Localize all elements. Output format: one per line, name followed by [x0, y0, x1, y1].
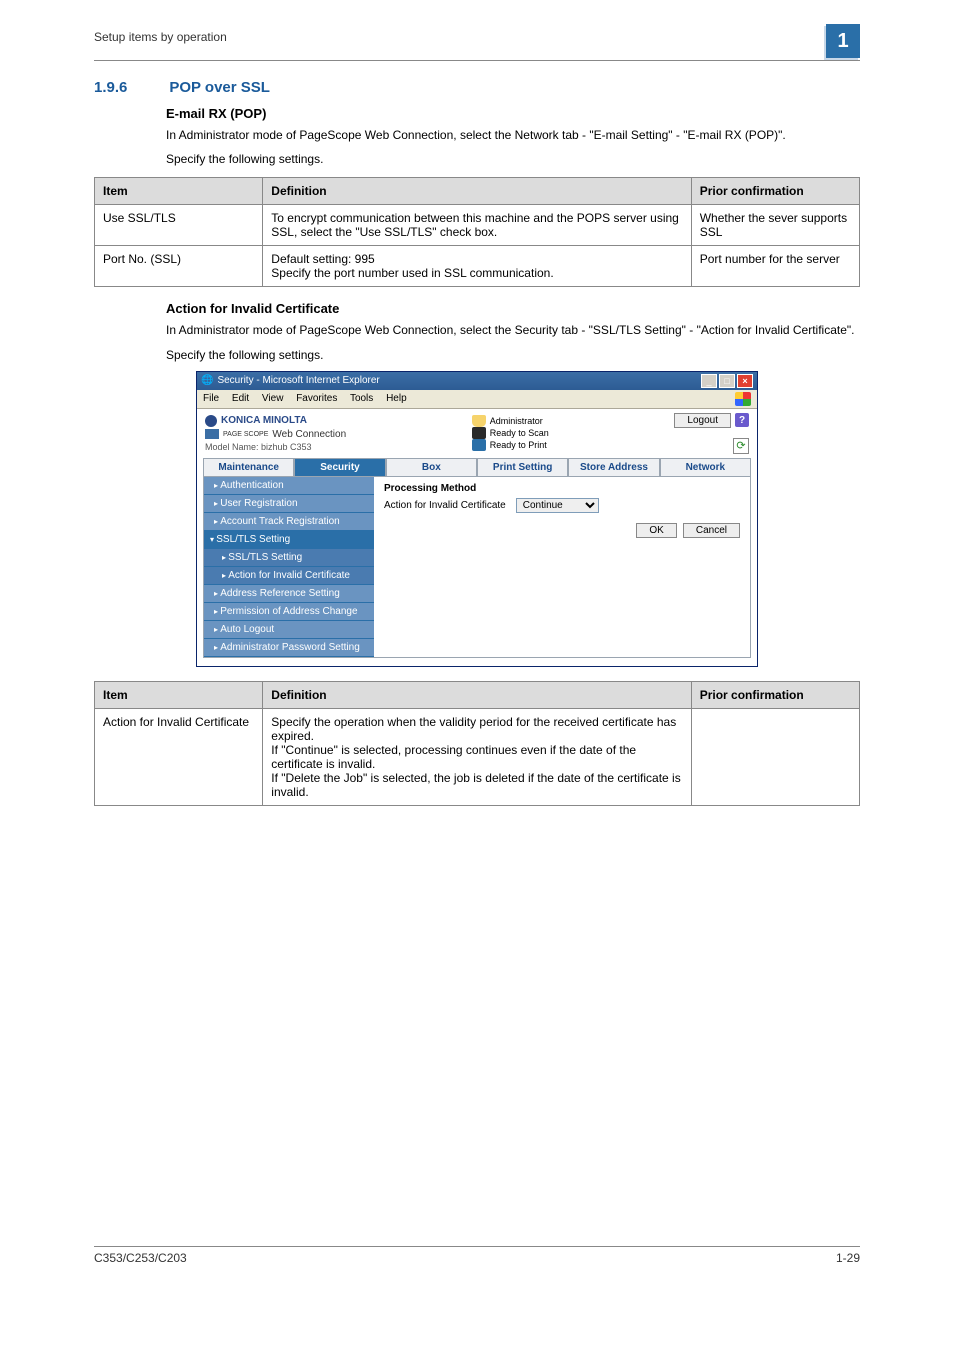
menu-view[interactable]: View: [262, 393, 284, 404]
web-connection-text: Web Connection: [272, 429, 346, 440]
para-action-1: In Administrator mode of PageScope Web C…: [166, 322, 860, 338]
menu-help[interactable]: Help: [386, 393, 407, 404]
cell-item: Port No. (SSL): [95, 246, 263, 287]
para-email-rx-1: In Administrator mode of PageScope Web C…: [166, 127, 860, 143]
sidebar-group-ssl[interactable]: SSL/TLS Setting: [204, 531, 374, 549]
chapter-badge: 1: [826, 24, 860, 58]
footer-page: 1-29: [836, 1251, 860, 1265]
main-panel: Processing Method Action for Invalid Cer…: [374, 477, 750, 657]
sidebar-item-address-ref[interactable]: Address Reference Setting: [204, 585, 374, 603]
window-titlebar: 🌐 Security - Microsoft Internet Explorer…: [197, 372, 757, 390]
sidebar-sub-ssl-setting[interactable]: SSL/TLS Setting: [204, 549, 374, 567]
help-icon[interactable]: ?: [735, 413, 749, 427]
ie-window: 🌐 Security - Microsoft Internet Explorer…: [196, 371, 758, 667]
app-header: KONICA MINOLTA PAGE SCOPE Web Connection…: [197, 409, 757, 454]
table-row: Action for Invalid Certificate Specify t…: [95, 708, 860, 805]
ok-button[interactable]: OK: [636, 523, 676, 538]
brand: KONICA MINOLTA: [205, 415, 346, 427]
section-heading: 1.9.6 POP over SSL: [94, 79, 860, 96]
th-prior: Prior confirmation: [691, 681, 859, 708]
cell-item: Use SSL/TLS: [95, 205, 263, 246]
logout-button[interactable]: Logout: [674, 413, 731, 428]
model-name: Model Name: bizhub C353: [205, 442, 346, 452]
th-definition: Definition: [263, 681, 691, 708]
cell-item: Action for Invalid Certificate: [95, 708, 263, 805]
ready-print: Ready to Print: [490, 440, 547, 450]
sidebar-item-account-track[interactable]: Account Track Registration: [204, 513, 374, 531]
page-footer: C353/C253/C203 1-29: [94, 1246, 860, 1265]
th-definition: Definition: [263, 178, 691, 205]
th-item: Item: [95, 178, 263, 205]
th-item: Item: [95, 681, 263, 708]
pagescope-prefix: PAGE SCOPE: [223, 431, 268, 438]
menu-tools[interactable]: Tools: [350, 393, 373, 404]
processing-method-title: Processing Method: [384, 483, 740, 494]
subheading-action-invalid: Action for Invalid Certificate: [166, 301, 860, 316]
table-row: Port No. (SSL) Default setting: 995 Spec…: [95, 246, 860, 287]
menu-edit[interactable]: Edit: [232, 393, 249, 404]
footer-model: C353/C253/C203: [94, 1251, 187, 1265]
content-area: Authentication User Registration Account…: [203, 476, 751, 658]
admin-icon: [472, 415, 486, 427]
breadcrumb: Setup items by operation: [94, 30, 227, 44]
tab-print-setting[interactable]: Print Setting: [477, 458, 568, 476]
cell-prior: [691, 708, 859, 805]
tab-network[interactable]: Network: [660, 458, 751, 476]
ie-icon: 🌐: [201, 375, 213, 386]
menu-bar: File Edit View Favorites Tools Help: [197, 390, 757, 409]
printer-icon: [472, 439, 486, 451]
tab-bar: Maintenance Security Box Print Setting S…: [203, 458, 751, 476]
refresh-icon[interactable]: ⟳: [733, 438, 749, 454]
tab-maintenance[interactable]: Maintenance: [203, 458, 294, 476]
menu-favorites[interactable]: Favorites: [296, 393, 337, 404]
ie-throbber-icon: [735, 392, 751, 406]
cell-def: To encrypt communication between this ma…: [263, 205, 691, 246]
subheading-email-rx: E-mail RX (POP): [166, 106, 860, 121]
section-number: 1.9.6: [94, 79, 166, 96]
cell-prior: Whether the sever supports SSL: [691, 205, 859, 246]
th-prior: Prior confirmation: [691, 178, 859, 205]
para-action-2: Specify the following settings.: [166, 347, 860, 363]
brand-text: KONICA MINOLTA: [221, 415, 307, 426]
scanner-icon: [472, 427, 486, 439]
sidebar-item-user-registration[interactable]: User Registration: [204, 495, 374, 513]
table-ssl-settings: Item Definition Prior confirmation Use S…: [94, 177, 860, 287]
tab-store-address[interactable]: Store Address: [568, 458, 659, 476]
window-title: Security - Microsoft Internet Explorer: [217, 375, 379, 386]
sidebar: Authentication User Registration Account…: [204, 477, 374, 657]
para-email-rx-2: Specify the following settings.: [166, 151, 860, 167]
tab-security[interactable]: Security: [294, 458, 385, 476]
maximize-button[interactable]: □: [719, 374, 735, 388]
cancel-button[interactable]: Cancel: [683, 523, 740, 538]
table-action-invalid: Item Definition Prior confirmation Actio…: [94, 681, 860, 806]
sidebar-item-perm-address[interactable]: Permission of Address Change: [204, 603, 374, 621]
cell-prior: Port number for the server: [691, 246, 859, 287]
brand-logo-icon: [205, 415, 217, 427]
sidebar-sub-action-invalid[interactable]: Action for Invalid Certificate: [204, 567, 374, 585]
table-row: Use SSL/TLS To encrypt communication bet…: [95, 205, 860, 246]
action-invalid-select[interactable]: Continue: [516, 498, 599, 513]
cell-def: Specify the operation when the validity …: [263, 708, 691, 805]
sidebar-item-authentication[interactable]: Authentication: [204, 477, 374, 495]
sidebar-item-admin-password[interactable]: Administrator Password Setting: [204, 639, 374, 657]
action-invalid-label: Action for Invalid Certificate: [384, 500, 506, 511]
pagescope-icon: [205, 429, 219, 439]
menu-file[interactable]: File: [203, 393, 219, 404]
minimize-button[interactable]: _: [701, 374, 717, 388]
header-rule: [94, 60, 860, 61]
web-connection: PAGE SCOPE Web Connection: [205, 429, 346, 440]
cell-def: Default setting: 995 Specify the port nu…: [263, 246, 691, 287]
chapter-number: 1: [837, 30, 848, 53]
tab-box[interactable]: Box: [386, 458, 477, 476]
admin-label: Administrator: [490, 416, 543, 426]
ready-scan: Ready to Scan: [490, 428, 549, 438]
sidebar-item-auto-logout[interactable]: Auto Logout: [204, 621, 374, 639]
section-title: POP over SSL: [169, 79, 270, 96]
close-button[interactable]: ×: [737, 374, 753, 388]
